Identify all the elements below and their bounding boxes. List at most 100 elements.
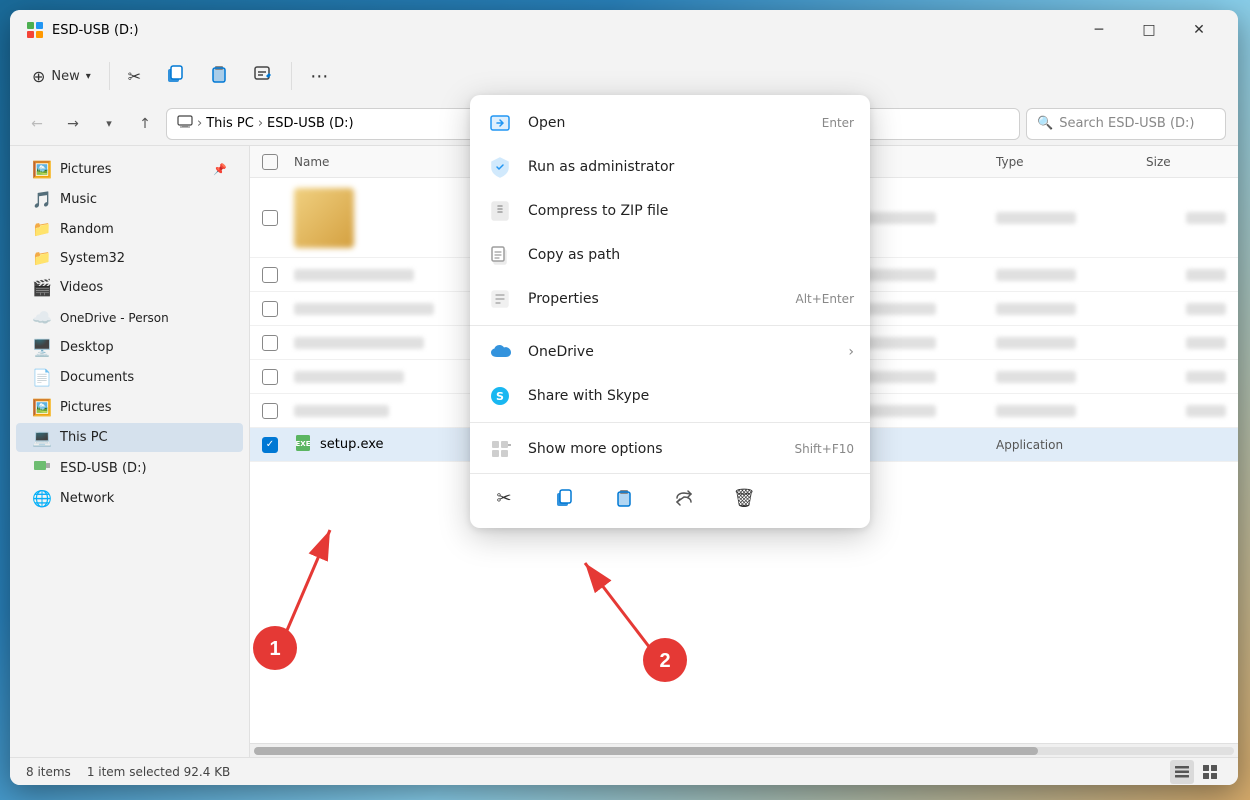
sidebar-item-label: OneDrive - Person xyxy=(60,311,169,325)
ctx-separator-2 xyxy=(470,422,870,423)
sidebar-item-system32[interactable]: 📁 System32 xyxy=(16,244,243,272)
ctx-compress-zip[interactable]: Compress to ZIP file xyxy=(470,189,870,233)
row-checkbox[interactable] xyxy=(262,301,294,317)
system32-icon: 📁 xyxy=(32,249,52,267)
exe-icon: EXE xyxy=(294,434,312,456)
ctx-onedrive-label: OneDrive xyxy=(528,344,834,360)
header-type: Type xyxy=(996,155,1146,169)
svg-text:EXE: EXE xyxy=(296,440,311,448)
more-icon: ⋯ xyxy=(310,66,330,87)
sidebar-item-videos[interactable]: 🎬 Videos xyxy=(16,273,243,302)
sidebar-item-pictures-pinned[interactable]: 🖼️ Pictures 📌 xyxy=(16,155,243,184)
sidebar-item-music[interactable]: 🎵 Music xyxy=(16,185,243,214)
toolbar-separator-2 xyxy=(291,62,292,90)
sidebar-item-random[interactable]: 📁 Random xyxy=(16,215,243,243)
ctx-open[interactable]: Open Enter xyxy=(470,101,870,145)
sidebar-item-network[interactable]: 🌐 Network xyxy=(16,484,243,513)
file-type-cell xyxy=(996,337,1146,349)
sidebar-item-label: Pictures xyxy=(60,162,111,177)
paste-button[interactable] xyxy=(199,58,239,95)
row-check-checked[interactable]: ✓ xyxy=(262,437,278,453)
new-button[interactable]: ⊕ New ▾ xyxy=(22,61,101,92)
sidebar-item-label: Documents xyxy=(60,370,134,385)
select-all-checkbox[interactable] xyxy=(262,154,278,170)
network-icon: 🌐 xyxy=(32,489,52,508)
row-checkbox[interactable] xyxy=(262,210,294,226)
sidebar-item-label: ESD-USB (D:) xyxy=(60,461,147,476)
row-checkbox[interactable] xyxy=(262,335,294,351)
up-button[interactable]: ↑ xyxy=(130,109,160,139)
context-menu: Open Enter Run as administrator Compress… xyxy=(470,95,870,528)
copy-icon xyxy=(165,64,185,89)
thispc-sidebar-icon: 💻 xyxy=(32,428,52,447)
open-icon xyxy=(486,109,514,137)
selection-info: 1 item selected 92.4 KB xyxy=(87,765,230,779)
svg-text:S: S xyxy=(496,390,504,403)
ctx-mini-paste[interactable] xyxy=(606,482,642,514)
music-icon: 🎵 xyxy=(32,190,52,209)
header-check xyxy=(262,154,294,170)
file-type-cell xyxy=(996,405,1146,417)
ctx-mini-share[interactable] xyxy=(666,482,702,514)
tiles-view-button[interactable] xyxy=(1198,760,1222,784)
ctx-copy-path[interactable]: Copy as path xyxy=(470,233,870,277)
minimize-button[interactable]: ─ xyxy=(1076,14,1122,46)
onedrive-ctx-icon xyxy=(486,338,514,366)
breadcrumb-drive[interactable]: ESD-USB (D:) xyxy=(267,116,354,131)
row-checkbox[interactable] xyxy=(262,267,294,283)
ctx-mini-cut[interactable]: ✂ xyxy=(486,482,522,514)
ctx-run-admin[interactable]: Run as administrator xyxy=(470,145,870,189)
back-button[interactable]: ← xyxy=(22,109,52,139)
sidebar-item-label: Videos xyxy=(60,280,103,295)
pictures2-icon: 🖼️ xyxy=(32,398,52,417)
ctx-mini-copy[interactable] xyxy=(546,482,582,514)
documents-icon: 📄 xyxy=(32,368,52,387)
ctx-onedrive-arrow: › xyxy=(848,344,854,360)
search-bar[interactable]: 🔍 Search ESD-USB (D:) xyxy=(1026,108,1226,140)
sidebar-item-label: Pictures xyxy=(60,400,111,415)
ctx-skype[interactable]: S Share with Skype xyxy=(470,374,870,418)
ctx-more-options[interactable]: Show more options Shift+F10 xyxy=(470,427,870,471)
sidebar-item-label: System32 xyxy=(60,251,125,266)
sidebar-item-onedrive[interactable]: ☁️ OneDrive - Person xyxy=(16,303,243,332)
maximize-button[interactable]: □ xyxy=(1126,14,1172,46)
row-checkbox[interactable]: ✓ xyxy=(262,437,294,453)
file-name-label: setup.exe xyxy=(320,437,384,452)
run-admin-icon xyxy=(486,153,514,181)
toolbar-separator-1 xyxy=(109,62,110,90)
row-check[interactable] xyxy=(262,210,278,226)
breadcrumb-sep-2: › xyxy=(258,116,263,131)
copy-path-icon xyxy=(486,241,514,269)
sidebar-item-label: Music xyxy=(60,192,97,207)
copy-button[interactable] xyxy=(155,58,195,95)
ctx-onedrive[interactable]: OneDrive › xyxy=(470,330,870,374)
details-view-button[interactable] xyxy=(1170,760,1194,784)
search-placeholder: Search ESD-USB (D:) xyxy=(1059,116,1194,131)
onedrive-icon: ☁️ xyxy=(32,308,52,327)
desktop-icon: 🖥️ xyxy=(32,338,52,357)
sidebar-item-label: This PC xyxy=(60,430,108,445)
view-controls xyxy=(1170,760,1222,784)
sidebar-item-esd-usb[interactable]: ESD-USB (D:) xyxy=(16,453,243,483)
more-button[interactable]: ⋯ xyxy=(300,60,340,93)
ctx-mini-delete[interactable]: 🗑 xyxy=(726,482,762,514)
forward-button[interactable]: → xyxy=(58,109,88,139)
sidebar-item-pictures[interactable]: 🖼️ Pictures xyxy=(16,393,243,422)
breadcrumb-thispc[interactable]: This PC xyxy=(206,116,254,131)
row-checkbox[interactable] xyxy=(262,403,294,419)
cut-button[interactable]: ✂ xyxy=(118,61,151,92)
close-button[interactable]: ✕ xyxy=(1176,14,1222,46)
file-type-cell xyxy=(996,212,1146,224)
file-type-cell xyxy=(996,371,1146,383)
rename-button[interactable] xyxy=(243,58,283,94)
titlebar-controls: ─ □ ✕ xyxy=(1076,14,1222,46)
sidebar-item-documents[interactable]: 📄 Documents xyxy=(16,363,243,392)
sidebar-item-desktop[interactable]: 🖥️ Desktop xyxy=(16,333,243,362)
ctx-mini-toolbar: ✂ 🗑 xyxy=(470,473,870,522)
new-dropdown-icon: ▾ xyxy=(86,71,91,82)
row-checkbox[interactable] xyxy=(262,369,294,385)
file-size-cell xyxy=(1146,303,1226,315)
sidebar-item-thispc[interactable]: 💻 This PC xyxy=(16,423,243,452)
ctx-properties[interactable]: Properties Alt+Enter xyxy=(470,277,870,321)
recent-button[interactable]: ▾ xyxy=(94,109,124,139)
